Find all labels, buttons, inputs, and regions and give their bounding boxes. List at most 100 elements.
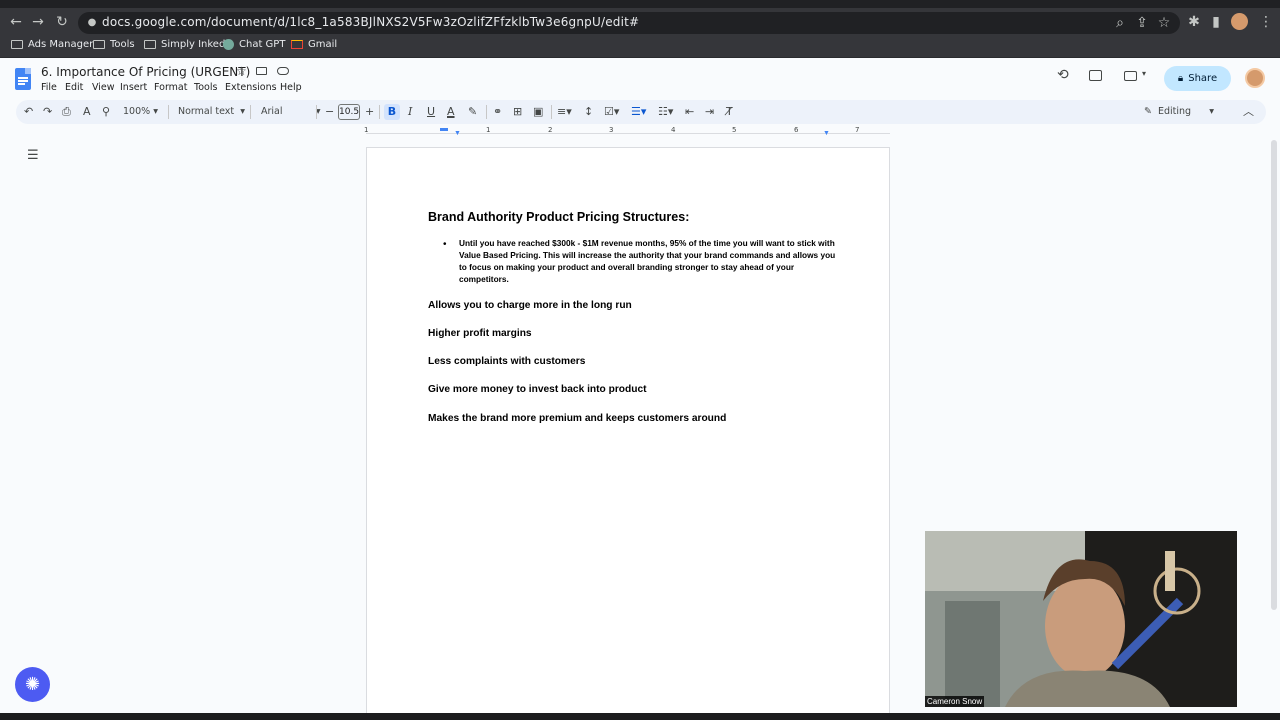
browser-tab-strip (0, 0, 1280, 8)
move-folder-icon[interactable] (256, 67, 267, 75)
profile-avatar[interactable] (1231, 13, 1248, 30)
folder-icon (93, 40, 105, 49)
bullet-marker: • (443, 239, 447, 250)
bookmark-chat-gpt[interactable]: Chat GPT (223, 39, 285, 50)
increase-indent-icon[interactable]: ⇥ (705, 100, 714, 124)
bookmark-star-icon[interactable]: ☆ (1154, 9, 1174, 37)
bullet-text: Until you have reached $300k - $1M reven… (459, 238, 836, 284)
bold-icon[interactable]: B (384, 104, 400, 120)
menu-tools[interactable]: Tools (194, 82, 217, 93)
reload-icon[interactable]: ↻ (52, 8, 72, 36)
first-line-indent-marker[interactable] (440, 128, 448, 131)
bookmarks-bar: Ads Manager Tools Simply Inked Chat GPT … (0, 36, 1280, 58)
share-page-icon[interactable]: ⇪ (1132, 9, 1152, 37)
ruler-number: 5 (732, 126, 737, 134)
menu-extensions[interactable]: Extensions (225, 82, 277, 93)
ruler[interactable]: 1 1 2 3 4 5 6 7 ▼ ▼ (364, 126, 890, 138)
paragraph: Give more money to invest back into prod… (428, 384, 647, 395)
ruler-number: 4 (671, 126, 676, 134)
formatting-toolbar: ↶ ↷ ⎙ A ⚲ 100% ▾ Normal text ▾ Arial ▾ −… (16, 100, 1266, 124)
align-icon[interactable]: ≡▾ (557, 100, 572, 124)
spellcheck-icon[interactable]: A (83, 100, 91, 124)
add-comment-icon[interactable]: ⊞ (513, 100, 522, 124)
chrome-menu-icon[interactable]: ⋮ (1256, 8, 1276, 36)
editing-mode-select[interactable]: ✎ Editing ▾ (1144, 100, 1214, 124)
scrollbar-thumb[interactable] (1271, 140, 1277, 610)
browser-address-bar: ← → ↻ ● docs.google.com/document/d/1lc8_… (0, 8, 1280, 36)
lock-icon[interactable]: ● (82, 9, 102, 37)
increase-font-size-icon[interactable]: + (365, 100, 374, 124)
line-spacing-icon[interactable]: ↕ (584, 100, 593, 124)
gmail-icon (291, 40, 303, 49)
bookmark-tools[interactable]: Tools (93, 39, 135, 50)
extensions-icon[interactable]: ✱ (1184, 8, 1204, 36)
webcam-video (925, 531, 1237, 707)
ruler-number: 6 (794, 126, 799, 134)
bulleted-list-icon[interactable]: ☰▾ (631, 100, 646, 124)
highlight-icon[interactable]: ✎ (468, 100, 477, 124)
chevron-down-icon[interactable]: ▾ (1142, 69, 1146, 78)
zoom-search-icon[interactable]: ⌕ (1110, 9, 1130, 37)
bottom-bar (0, 713, 1280, 720)
chatgpt-icon (223, 39, 234, 50)
meet-camera-icon[interactable] (1124, 71, 1137, 81)
decrease-font-size-icon[interactable]: − (325, 100, 334, 124)
menu-edit[interactable]: Edit (65, 82, 83, 93)
share-button[interactable]: 🔒︎ Share (1164, 66, 1231, 91)
floating-assistant-button[interactable]: ✺ (15, 667, 50, 702)
docs-header: 6. Importance Of Pricing (URGENT) ☆ File… (0, 58, 1280, 98)
version-history-icon[interactable]: ⟲ (1057, 67, 1069, 83)
collapse-menus-icon[interactable]: ︿ (1243, 100, 1254, 124)
vertical-scrollbar[interactable] (1268, 140, 1280, 712)
ruler-number: 2 (548, 126, 553, 134)
redo-icon[interactable]: ↷ (43, 100, 52, 124)
menu-insert[interactable]: Insert (120, 82, 147, 93)
font-select[interactable]: Arial ▾ (261, 100, 321, 124)
account-avatar[interactable] (1245, 68, 1265, 88)
bookmark-simply-inked[interactable]: Simply Inked (144, 39, 225, 50)
bookmark-ads-manager[interactable]: Ads Manager (11, 39, 93, 50)
side-panel-icon[interactable]: ▮ (1206, 8, 1226, 36)
decrease-indent-icon[interactable]: ⇤ (685, 100, 694, 124)
bookmark-gmail[interactable]: Gmail (291, 39, 337, 50)
ruler-number: 7 (855, 126, 860, 134)
font-size-field[interactable]: 10.5 (338, 104, 360, 120)
star-icon[interactable]: ☆ (236, 64, 247, 78)
insert-image-icon[interactable]: ▣ (533, 100, 543, 124)
style-select[interactable]: Normal text ▾ (178, 100, 245, 124)
checklist-icon[interactable]: ☑▾ (604, 100, 619, 124)
menu-view[interactable]: View (92, 82, 115, 93)
numbered-list-icon[interactable]: ☷▾ (658, 100, 673, 124)
document-title[interactable]: 6. Importance Of Pricing (URGENT) (41, 65, 250, 79)
url-text[interactable]: docs.google.com/document/d/1lc8_1a583BJl… (102, 15, 639, 29)
right-indent-marker[interactable]: ▼ (823, 130, 830, 137)
sparkle-icon: ✺ (24, 674, 41, 695)
menu-format[interactable]: Format (154, 82, 187, 93)
menu-help[interactable]: Help (280, 82, 302, 93)
paint-format-icon[interactable]: ⚲ (102, 100, 110, 124)
menu-file[interactable]: File (41, 82, 57, 93)
insert-link-icon[interactable]: ⚭ (493, 100, 502, 124)
lock-icon: 🔒︎ (1177, 73, 1184, 84)
cloud-status-icon[interactable] (277, 67, 289, 75)
comments-icon[interactable] (1089, 70, 1102, 81)
folder-icon (11, 40, 23, 49)
zoom-select[interactable]: 100% ▾ (123, 100, 158, 124)
docs-logo-icon[interactable] (15, 68, 31, 90)
ruler-number: 3 (609, 126, 614, 134)
document-outline-icon[interactable]: ☰ (27, 148, 39, 163)
underline-icon[interactable]: U (427, 100, 435, 124)
url-field[interactable]: ● docs.google.com/document/d/1lc8_1a583B… (78, 12, 1180, 34)
ruler-number: 1 (364, 126, 369, 134)
paragraph: Makes the brand more premium and keeps c… (428, 413, 727, 424)
undo-icon[interactable]: ↶ (24, 100, 33, 124)
forward-icon[interactable]: → (28, 8, 48, 36)
document-page[interactable]: Brand Authority Product Pricing Structur… (366, 147, 890, 720)
webcam-name-label: Cameron Snow (925, 696, 985, 707)
back-icon[interactable]: ← (6, 8, 26, 36)
print-icon[interactable]: ⎙ (62, 100, 71, 124)
text-color-icon[interactable]: A (447, 100, 455, 124)
left-indent-marker[interactable]: ▼ (454, 130, 461, 137)
clear-formatting-icon[interactable]: T̸ (726, 100, 733, 124)
italic-icon[interactable]: I (408, 100, 412, 124)
